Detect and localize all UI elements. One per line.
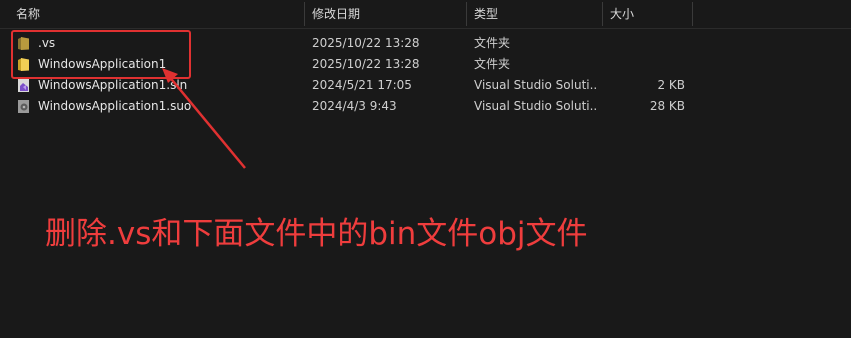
- file-type: Visual Studio Soluti...: [474, 99, 598, 113]
- file-type: 文件夹: [474, 36, 511, 50]
- suo-file-icon: [18, 100, 29, 113]
- highlight-box: [11, 30, 191, 79]
- visual-studio-solution-icon: [18, 79, 29, 92]
- column-divider[interactable]: [602, 2, 603, 26]
- file-size: [600, 33, 685, 54]
- file-modified-date: 2025/10/22 13:28: [312, 36, 420, 50]
- file-size: 2 KB: [657, 78, 685, 92]
- file-row-suo[interactable]: WindowsApplication1.suo 2024/4/3 9:43 Vi…: [0, 96, 851, 117]
- file-name: WindowsApplication1.suo: [38, 99, 192, 113]
- column-divider[interactable]: [692, 2, 693, 26]
- column-header-type[interactable]: 类型: [468, 0, 602, 28]
- file-modified-date: 2025/10/22 13:28: [312, 57, 420, 71]
- column-header-size[interactable]: 大小: [604, 0, 692, 28]
- file-modified-date: 2024/5/21 17:05: [312, 78, 412, 92]
- file-size: [600, 54, 685, 75]
- column-header-name[interactable]: 名称: [10, 0, 304, 28]
- file-modified-date: 2024/4/3 9:43: [312, 99, 397, 113]
- file-type: Visual Studio Soluti...: [474, 78, 598, 92]
- file-type: 文件夹: [474, 57, 511, 71]
- column-divider[interactable]: [466, 2, 467, 26]
- column-divider[interactable]: [304, 2, 305, 26]
- file-size: 28 KB: [649, 99, 685, 113]
- column-header-modified[interactable]: 修改日期: [306, 0, 466, 28]
- column-header-bar: ˄ 名称 修改日期 类型 大小: [0, 0, 851, 29]
- annotation-text: 删除.vs和下面文件中的bin文件obj文件: [45, 216, 588, 252]
